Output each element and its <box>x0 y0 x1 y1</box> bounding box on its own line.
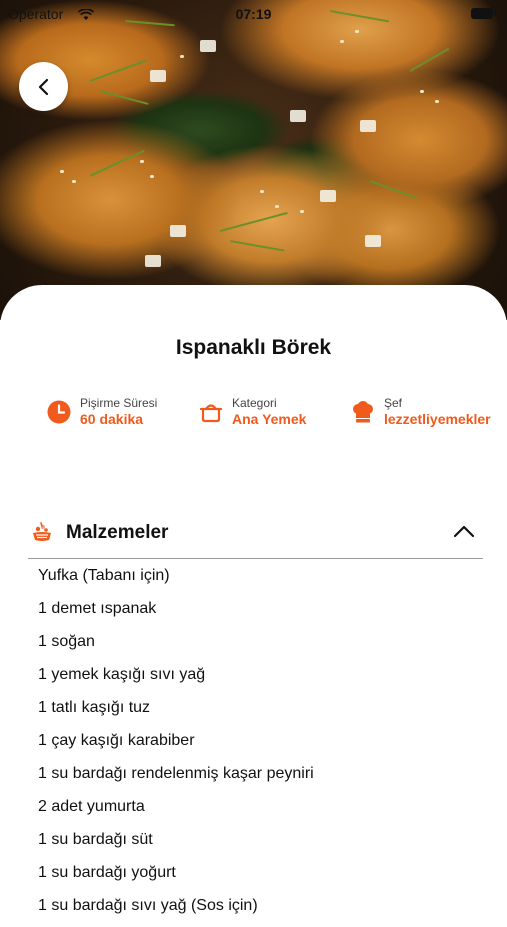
meta-value: Ana Yemek <box>232 411 307 427</box>
list-item: 1 su bardağı yoğurt <box>38 864 176 881</box>
back-button[interactable] <box>19 62 68 111</box>
chevron-up-icon[interactable] <box>453 524 475 538</box>
chef-name-link[interactable]: lezzetliyemekler <box>384 410 491 428</box>
list-item: 1 yemek kaşığı sıvı yağ <box>38 666 206 683</box>
chef-hat-icon <box>353 401 373 423</box>
status-bar: Operator 07:19 <box>0 0 507 28</box>
meta-label: Pişirme Süresi <box>80 396 158 410</box>
status-time: 07:19 <box>235 6 272 22</box>
pot-icon <box>199 404 223 423</box>
ingredients-list: Yufka (Tabanı için) 1 demet ıspanak 1 so… <box>38 564 314 927</box>
meta-chef[interactable]: Şef lezzetliyemekler <box>350 396 491 432</box>
list-item: Yufka (Tabanı için) <box>38 567 170 584</box>
list-item: 1 su bardağı süt <box>38 831 153 848</box>
list-item: 1 soğan <box>38 633 95 650</box>
recipe-hero-image <box>0 0 507 320</box>
meta-cooking-time: Pişirme Süresi 60 dakika <box>46 396 157 432</box>
meta-value: 60 dakika <box>80 411 144 427</box>
recipe-title: Ispanaklı Börek <box>175 336 332 359</box>
chevron-left-icon <box>38 78 48 95</box>
clock-icon <box>47 400 71 424</box>
meta-label: Kategori <box>232 396 277 410</box>
list-item: 2 adet yumurta <box>38 798 145 815</box>
ingredients-icon <box>33 522 51 541</box>
ingredients-section-header[interactable]: Malzemeler <box>28 514 483 559</box>
battery-icon <box>471 8 496 19</box>
meta-label: Şef <box>384 396 403 410</box>
ingredients-section-title: Malzemeler <box>66 522 169 543</box>
list-item: 1 su bardağı sıvı yağ (Sos için) <box>38 897 258 914</box>
list-item: 1 tatlı kaşığı tuz <box>38 699 151 716</box>
meta-category: Kategori Ana Yemek <box>198 396 306 432</box>
list-item: 1 su bardağı rendelenmiş kaşar peyniri <box>38 765 314 782</box>
list-item: 1 demet ıspanak <box>38 600 157 617</box>
list-item: 1 çay kaşığı karabiber <box>38 732 195 749</box>
